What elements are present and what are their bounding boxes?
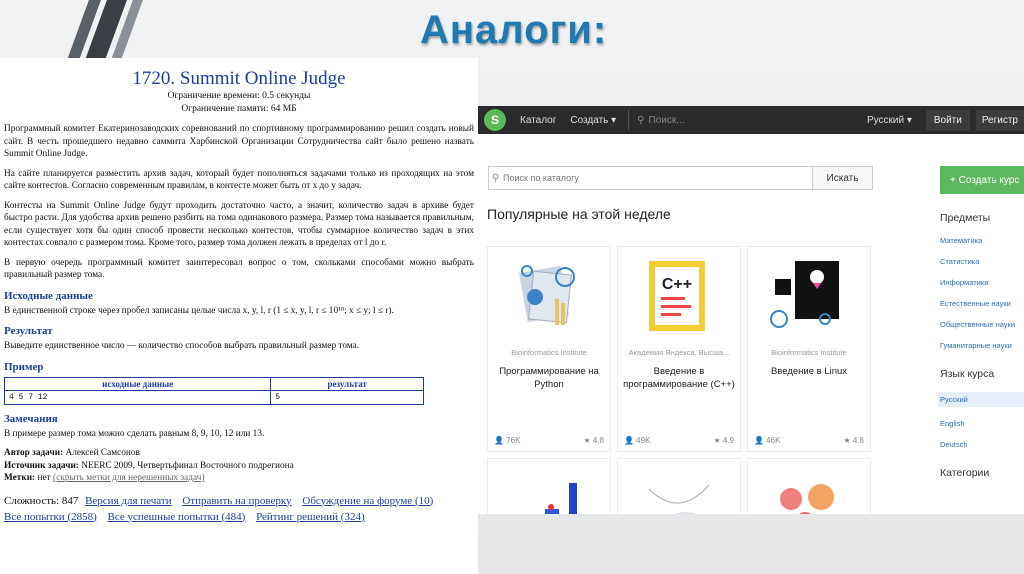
subjects-heading: Предметы [940, 212, 991, 224]
course-image [488, 247, 610, 342]
learners-count: 👤 76K [494, 436, 521, 445]
tags-label: Метки: [4, 473, 36, 483]
search-button[interactable]: Искать [812, 167, 872, 189]
timus-problem-page: 1720. Summit Online Judge Ограничение вр… [0, 58, 478, 574]
author-name: Алексей Самсонов [65, 448, 140, 458]
learners-count: 👤 46K [754, 436, 781, 445]
solutions-rating-link[interactable]: Рейтинг решений (324) [256, 511, 365, 523]
stepik-logo[interactable]: S [484, 109, 506, 131]
language-link-selected[interactable]: Русский [938, 392, 1024, 407]
tags-value: нет [37, 473, 51, 483]
table-header: исходные данные [3, 376, 272, 391]
course-image [618, 459, 740, 514]
course-image [488, 459, 610, 514]
catalog-sidebar: + Создать курс Предметы Математика Стати… [938, 166, 1024, 479]
course-org: Bioinformatics Institute [771, 348, 847, 357]
print-version-link[interactable]: Версия для печати [85, 495, 172, 507]
memory-limit: Ограничение памяти: 64 МБ [181, 104, 297, 114]
successful-attempts-link[interactable]: Все успешные попытки (484) [108, 511, 246, 523]
all-attempts-link[interactable]: Все попытки (2858) [4, 511, 97, 523]
problem-paragraph: На сайте планируется разместить архив за… [4, 168, 474, 192]
language-select[interactable]: Русский ▾ [867, 115, 912, 126]
learners-count: 👤 49K [624, 436, 651, 445]
course-stats: 👤 76K ★ 4.8 [494, 436, 604, 445]
language-heading: Язык курса [940, 368, 995, 380]
catalog-search-input[interactable] [489, 167, 812, 189]
course-image: C++ [618, 247, 740, 342]
table-cell: 5 [270, 389, 424, 405]
difficulty: Сложность: 847 [4, 494, 79, 507]
nav-divider [628, 110, 630, 130]
course-rating: ★ 4.9 [713, 436, 734, 445]
register-button[interactable]: Регистр [975, 109, 1024, 131]
course-card[interactable]: C++ Академия Яндекса, Высша... Введение … [617, 246, 741, 452]
problem-paragraph: В первую очередь программный комитет заи… [4, 257, 474, 281]
popular-heading: Популярные на этой неделе [487, 206, 671, 222]
hide-tags-link[interactable]: (скрыть метки для нерешенных задач) [53, 473, 205, 483]
subject-link[interactable]: Математика [940, 236, 1024, 245]
nav-create[interactable]: Создать ▾ [570, 115, 616, 126]
course-name: Введение в Linux [770, 366, 848, 377]
svg-text:C++: C++ [662, 276, 692, 293]
subject-link[interactable]: Естественные науки [940, 299, 1024, 308]
output-heading: Результат [4, 325, 53, 337]
subject-link[interactable]: Общественные науки [940, 320, 1024, 329]
nav-catalog[interactable]: Каталог [520, 115, 556, 126]
login-button[interactable]: Войти [925, 109, 970, 131]
catalog-search: ⚲ Искать [488, 166, 873, 190]
subject-link[interactable]: Статистика [940, 257, 1024, 266]
notes-text: В примере размер тома можно сделать равн… [4, 428, 265, 439]
input-text: В единственной строке через пробел запис… [4, 305, 394, 316]
course-stats: 👤 46K ★ 4.8 [754, 436, 864, 445]
problem-paragraph: Контесты на Summit Online Judge будут пр… [4, 200, 474, 249]
forum-link[interactable]: Обсуждение на форуме (10) [302, 495, 433, 507]
subject-link[interactable]: Гуманитарные науки [940, 341, 1024, 350]
notes-heading: Замечания [4, 412, 58, 425]
course-stats: 👤 49K ★ 4.9 [624, 436, 734, 445]
search-icon: ⚲ [492, 173, 500, 184]
course-org: Bioinformatics Institute [511, 348, 587, 357]
table-row: 4 5 7 12 5 [3, 389, 424, 405]
problem-meta: Автор задачи: Алексей Самсонов Источник … [4, 447, 474, 485]
problem-paragraph: Программный комитет Екатеринозаводских с… [4, 124, 474, 159]
course-card[interactable] [617, 458, 741, 514]
course-name: Введение в программирование (C++) [623, 366, 735, 390]
course-card[interactable]: Bioinformatics Institute Введение в Linu… [747, 246, 871, 452]
time-limit: Ограничение времени: 0.5 секунды [167, 91, 311, 101]
subject-link[interactable]: Информатика [940, 278, 1024, 287]
course-name: Программирование на Python [499, 366, 599, 390]
author-label: Автор задачи: [4, 448, 64, 458]
output-text: Выведите единственное число — количество… [4, 341, 360, 351]
submit-link[interactable]: Отправить на проверку [182, 495, 291, 507]
course-image [748, 247, 870, 342]
course-card[interactable] [747, 458, 871, 514]
course-card[interactable]: Bioinformatics Institute Программировани… [487, 246, 611, 452]
course-image [748, 459, 870, 514]
problem-links: Сложность: 847 Версия для печати Отправи… [4, 493, 474, 525]
problem-title: 1720. Summit Online Judge [132, 68, 346, 89]
search-icon[interactable]: ⚲ [637, 115, 644, 126]
source-name: NEERC 2009, Четвертьфинал Восточного под… [81, 460, 294, 471]
slide-title: Аналоги: [420, 8, 608, 52]
create-course-button[interactable]: + Создать курс [940, 166, 1024, 194]
language-link[interactable]: Deutsch [940, 440, 1024, 449]
input-heading: Исходные данные [4, 289, 93, 302]
stepik-catalog-page: S Каталог Создать ▾ ⚲ Поиск... Русский ▾… [478, 106, 1024, 514]
source-label: Источник задачи: [4, 460, 79, 471]
course-card[interactable] [487, 458, 611, 514]
nav-search-input[interactable]: Поиск... [649, 115, 685, 126]
categories-heading: Категории [940, 467, 990, 479]
course-rating: ★ 4.8 [843, 436, 864, 445]
example-heading: Пример [4, 360, 44, 373]
sample-table: исходные данные результат 4 5 7 12 5 [3, 376, 424, 405]
course-rating: ★ 4.8 [583, 436, 604, 445]
language-link[interactable]: English [940, 419, 1024, 428]
top-navbar: S Каталог Создать ▾ ⚲ Поиск... Русский ▾… [478, 106, 1024, 134]
table-cell: 4 5 7 12 [3, 389, 272, 405]
course-org: Академия Яндекса, Высша... [628, 348, 730, 357]
table-header: результат [270, 376, 424, 391]
